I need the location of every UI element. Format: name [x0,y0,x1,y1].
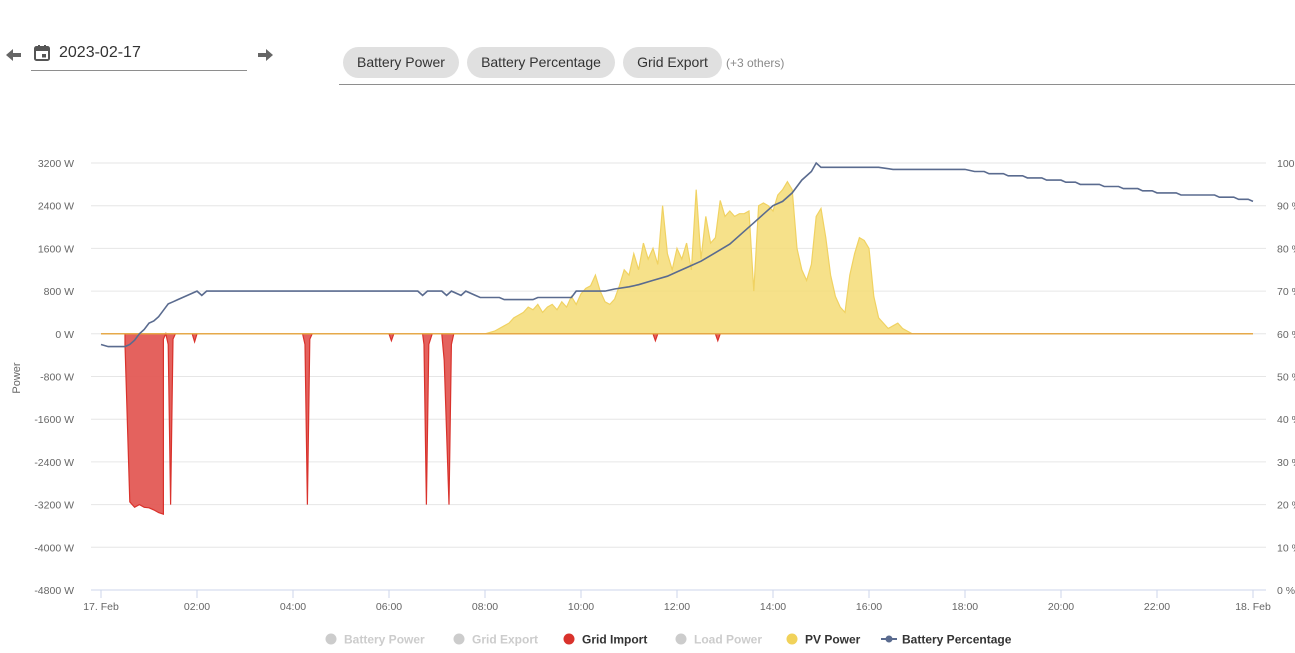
y-tick-right: 30 % [1277,457,1295,469]
y-tick-left: -2400 W [34,457,74,469]
y-tick-right: 50 % [1277,372,1295,384]
y-tick-left: -4800 W [34,585,74,597]
legend-label: PV Power [805,633,861,647]
legend-symbol [786,633,798,645]
y-tick-left: 800 W [44,286,74,298]
y-tick-left: 3200 W [38,158,74,170]
x-tick-label: 22:00 [1144,601,1170,613]
x-tick-label: 18:00 [952,601,978,613]
y-tick-left: -4000 W [34,542,74,554]
x-tick-label: 08:00 [472,601,498,613]
x-tick-label: 20:00 [1048,601,1074,613]
y-tick-left: -3200 W [34,500,74,512]
x-tick-label: 02:00 [184,601,210,613]
power-chart: 3200 W 2400 W 1600 W 800 W 0 W -800 W -1600 W -… [11,158,1295,647]
legend-label: Grid Import [582,633,647,647]
x-tick-label: 16:00 [856,601,882,613]
x-tick-label: 12:00 [664,601,690,613]
y-tick-left: 1600 W [38,243,74,255]
y-tick-right: 20 % [1277,500,1295,512]
pv-power-area [101,180,1253,335]
y-axis-right: 100 % 90 % 80 % 70 % 60 % 50 % 40 % 30 % 20 % 10 … [1277,158,1295,597]
x-tick-label: 06:00 [376,601,402,613]
y-axis-title: Power [11,362,23,394]
x-tick-label: 04:00 [280,601,306,613]
x-tick-label: 10:00 [568,601,594,613]
legend-marker-battery-percentage [885,635,893,643]
y-tick-right: 100 % [1277,158,1295,170]
y-tick-right: 10 % [1277,542,1295,554]
y-tick-left: -800 W [40,372,74,384]
legend-symbol [563,633,575,645]
y-tick-right: 90 % [1277,201,1295,213]
y-tick-right: 80 % [1277,243,1295,255]
grid-lines [91,162,1266,591]
x-axis: 17. Feb 02:00 04:00 06:00 08:00 10:00 12:00 14:… [83,590,1271,613]
legend-label: Battery Power [344,633,425,647]
legend-symbol [675,633,687,645]
y-tick-left: -1600 W [34,414,74,426]
x-tick-label: 18. Feb [1235,601,1271,613]
x-tick-label: 14:00 [760,601,786,613]
y-tick-left: 2400 W [38,201,74,213]
legend-label: Battery Percentage [902,633,1012,647]
grid-import-area [101,331,1253,516]
x-tick-label: 17. Feb [83,601,119,613]
legend-label: Grid Export [472,633,538,647]
y-tick-right: 0 % [1277,585,1295,597]
legend-symbol [453,633,465,645]
legend[interactable]: Battery Power Grid Export Grid Import Load … [325,633,1012,647]
y-tick-left: 0 W [55,329,74,341]
y-tick-right: 60 % [1277,329,1295,341]
legend-label: Load Power [694,633,762,647]
y-tick-right: 40 % [1277,414,1295,426]
y-tick-right: 70 % [1277,286,1295,298]
legend-symbol [325,633,337,645]
y-axis-left: 3200 W 2400 W 1600 W 800 W 0 W -800 W -1600 W -… [34,158,74,597]
